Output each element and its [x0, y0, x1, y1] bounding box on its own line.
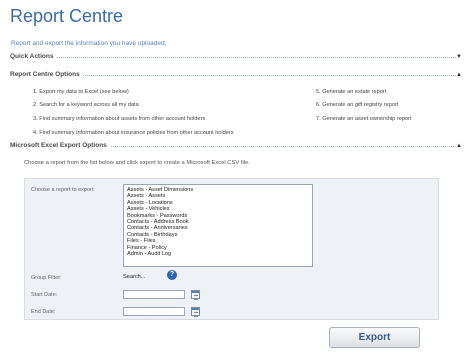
option-insurance-summary[interactable]: 4. Find summary information about insura…	[33, 130, 234, 136]
group-filter-select[interactable]: Search...	[123, 274, 145, 280]
start-date-input[interactable]	[123, 290, 185, 299]
report-listbox[interactable]: Assets - Asset Dimensions Assets - Asset…	[123, 184, 313, 267]
export-panel: Choose a report to export: Assets - Asse…	[24, 178, 439, 320]
end-date-label: End Date:	[31, 309, 56, 315]
group-filter-label: Group Filter:	[31, 275, 62, 281]
option-estate-report[interactable]: 5. Generate an estate report	[316, 89, 386, 95]
option-assets-summary[interactable]: 3. Find summary information about assets…	[33, 116, 205, 122]
section-divider	[10, 57, 456, 58]
section-quick-actions-label: Quick Actions	[10, 53, 57, 60]
option-search-keyword[interactable]: 2. Search for a keyword across all my da…	[33, 102, 139, 108]
calendar-icon[interactable]	[191, 290, 200, 300]
export-button[interactable]: Export	[329, 327, 420, 348]
page-subtitle: Report and export the information you ha…	[11, 40, 167, 47]
collapse-arrow-icon[interactable]: ▲	[456, 142, 462, 150]
page-title: Report Centre	[10, 6, 124, 26]
collapse-arrow-icon[interactable]: ▲	[456, 71, 462, 79]
section-quick-actions[interactable]: Quick Actions ▼	[10, 53, 462, 63]
section-report-options[interactable]: Report Centre Options ▲	[10, 71, 462, 81]
end-date-input[interactable]	[123, 307, 185, 316]
list-item[interactable]: Admin - Audit Log	[127, 251, 309, 257]
section-excel-options-label: Microsoft Excel Export Options	[10, 142, 110, 149]
export-instructions: Choose a report from the list below and …	[24, 160, 250, 166]
calendar-icon[interactable]	[191, 307, 200, 317]
start-date-label: Start Date:	[31, 292, 58, 298]
expand-arrow-icon[interactable]: ▼	[456, 53, 462, 61]
section-excel-options[interactable]: Microsoft Excel Export Options ▲	[10, 142, 462, 152]
choose-report-label: Choose a report to export:	[31, 187, 95, 193]
help-icon[interactable]: ?	[167, 270, 177, 280]
option-gift-registry-report[interactable]: 6. Generate an gift registry report	[316, 102, 398, 108]
option-export-excel[interactable]: 1. Export my data to Excel (see below)	[33, 89, 129, 95]
section-report-options-label: Report Centre Options	[10, 71, 83, 78]
option-asset-ownership-report[interactable]: 7. Generate an asset ownership report	[316, 116, 411, 122]
